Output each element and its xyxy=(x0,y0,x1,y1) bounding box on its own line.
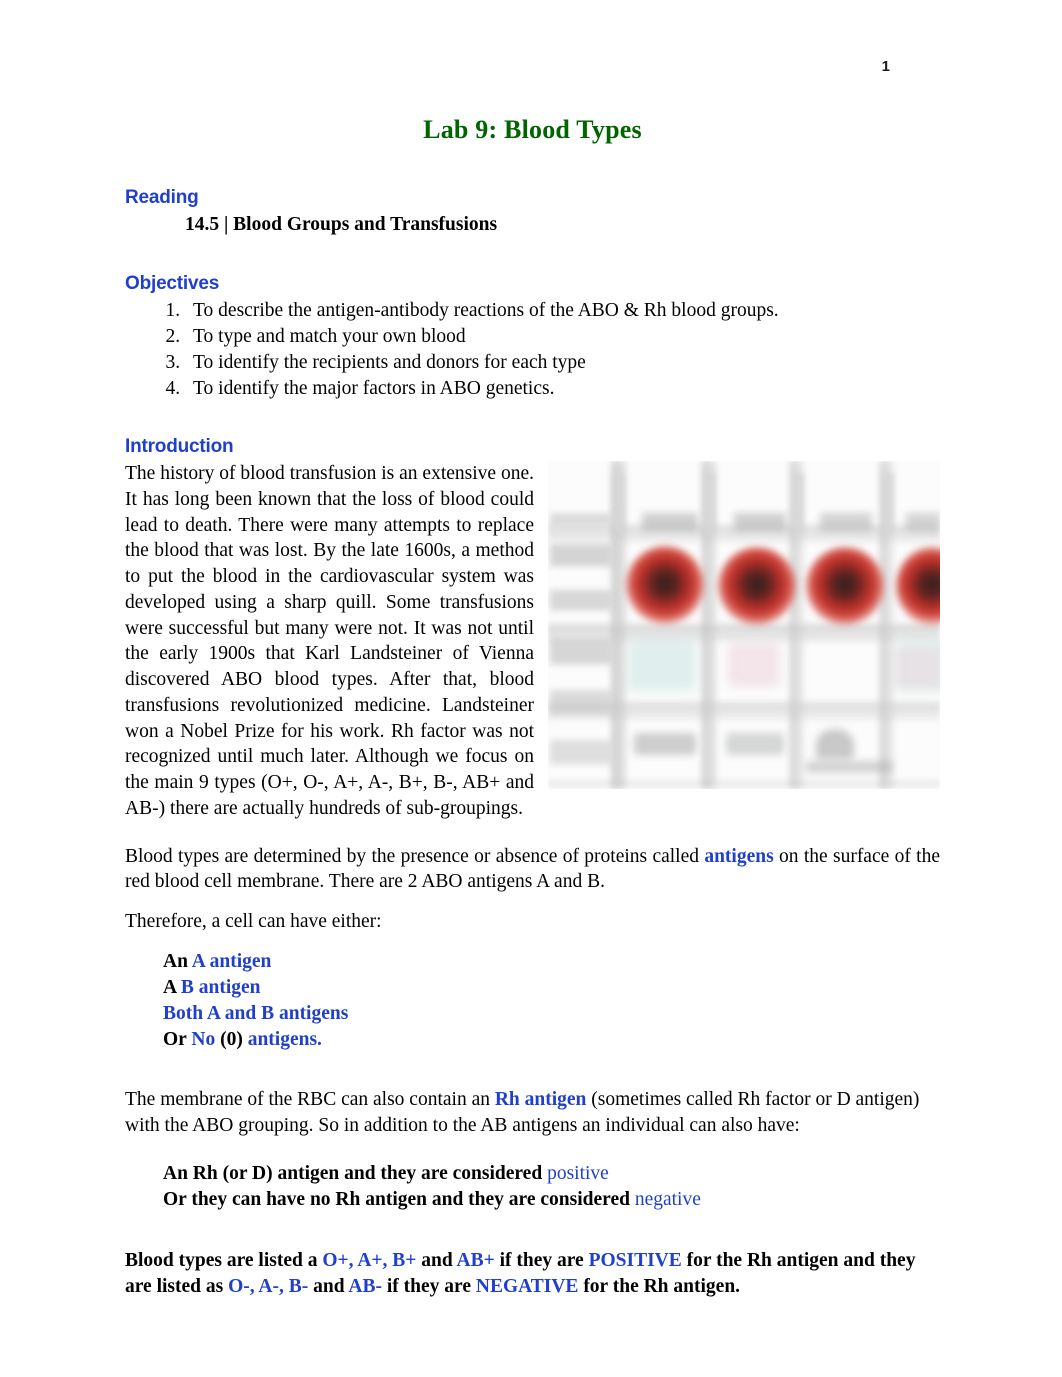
page-title: Lab 9: Blood Types xyxy=(423,115,642,144)
note-t2: and xyxy=(416,1250,457,1272)
note-b2: AB+ xyxy=(456,1250,495,1272)
rh-option-highlight: positive xyxy=(547,1162,609,1184)
tray-annotation xyxy=(726,733,784,756)
list-item: Both A and B antigens xyxy=(163,1001,940,1027)
intro-paragraph-3: Therefore, a cell can have either: xyxy=(125,911,382,932)
tray-annotation xyxy=(806,761,892,774)
intro-p2-part1: Blood types are determined by the presen… xyxy=(125,845,705,867)
note-t5: and xyxy=(308,1276,349,1298)
rh-part1: The membrane of the RBC can also contain… xyxy=(125,1089,495,1111)
blood-drop xyxy=(806,547,884,626)
option-prefix: Or xyxy=(163,1028,192,1050)
tray-annotation xyxy=(634,733,696,756)
option-prefix: A xyxy=(163,976,181,998)
rh-option-highlight: negative xyxy=(634,1189,701,1211)
rh-paragraph: The membrane of the RBC can also contain… xyxy=(125,1087,940,1138)
list-item: To type and match your own blood xyxy=(185,324,940,350)
list-item: A B antigen xyxy=(163,975,940,1001)
document-page: 1 Lab 9: Blood Types Reading 14.5 | Bloo… xyxy=(0,0,1062,1377)
antigens-term: antigens xyxy=(704,845,774,867)
tray-row-labels xyxy=(550,513,612,786)
list-item: To identify the major factors in ABO gen… xyxy=(185,376,940,402)
option-highlight: Both A and B antigens xyxy=(163,1002,349,1024)
tray-well xyxy=(728,643,780,688)
tray-well xyxy=(628,639,696,692)
rh-option-text: An Rh (or D) antigen and they are consid… xyxy=(163,1162,548,1184)
blood-typing-tray-figure xyxy=(548,461,940,790)
list-item: To describe the antigen-antibody reactio… xyxy=(185,298,940,324)
page-number: 1 xyxy=(881,58,890,75)
final-note-paragraph: Blood types are listed a O+, A+, B+ and … xyxy=(125,1248,940,1300)
document-content: Lab 9: Blood Types Reading 14.5 | Blood … xyxy=(125,115,940,1300)
reading-item: 14.5 | Blood Groups and Transfusions xyxy=(185,214,498,235)
section-heading-reading: Reading xyxy=(125,187,199,208)
blood-typing-tray-photo xyxy=(548,461,940,790)
note-b3: POSITIVE xyxy=(588,1250,682,1272)
list-item: Or they can have no Rh antigen and they … xyxy=(163,1187,940,1213)
list-item: To identify the recipients and donors fo… xyxy=(185,350,940,376)
section-heading-introduction: Introduction xyxy=(125,436,234,458)
option-mid: (0) xyxy=(215,1028,248,1050)
list-item: An A antigen xyxy=(163,949,940,975)
blood-drop xyxy=(718,547,796,626)
option-highlight-2: antigens. xyxy=(247,1028,322,1050)
note-t1: Blood types are listed a xyxy=(125,1250,323,1272)
objectives-list: To describe the antigen-antibody reactio… xyxy=(125,298,940,401)
antigen-options-list: An A antigen A B antigen Both A and B an… xyxy=(163,949,940,1053)
note-b4: O-, A-, B- xyxy=(228,1276,309,1298)
intro-paragraph-2: Blood types are determined by the presen… xyxy=(125,844,940,895)
note-t7: for the Rh antigen. xyxy=(578,1276,741,1298)
blood-drop xyxy=(626,546,704,625)
list-item: An Rh (or D) antigen and they are consid… xyxy=(163,1161,940,1187)
rh-antigen-term: Rh antigen xyxy=(494,1089,587,1111)
note-b1: O+, A+, B+ xyxy=(322,1250,417,1272)
note-b5: AB- xyxy=(348,1276,382,1298)
rh-option-text: Or they can have no Rh antigen and they … xyxy=(163,1189,635,1211)
list-item: Or No (0) antigens. xyxy=(163,1027,940,1053)
option-highlight: B antigen xyxy=(180,976,261,998)
tray-well xyxy=(894,647,940,690)
note-t3: if they are xyxy=(494,1250,589,1272)
option-highlight: No xyxy=(191,1028,216,1050)
option-prefix: An xyxy=(163,950,192,972)
note-t6: if they are xyxy=(381,1276,476,1298)
option-highlight: A antigen xyxy=(191,950,272,972)
section-heading-objectives: Objectives xyxy=(125,273,220,295)
note-b6: NEGATIVE xyxy=(475,1276,579,1298)
tray-annotation xyxy=(816,729,854,760)
intro-flow-block: The history of blood transfusion is an e… xyxy=(125,461,940,1052)
rh-options-list: An Rh (or D) antigen and they are consid… xyxy=(163,1161,940,1213)
